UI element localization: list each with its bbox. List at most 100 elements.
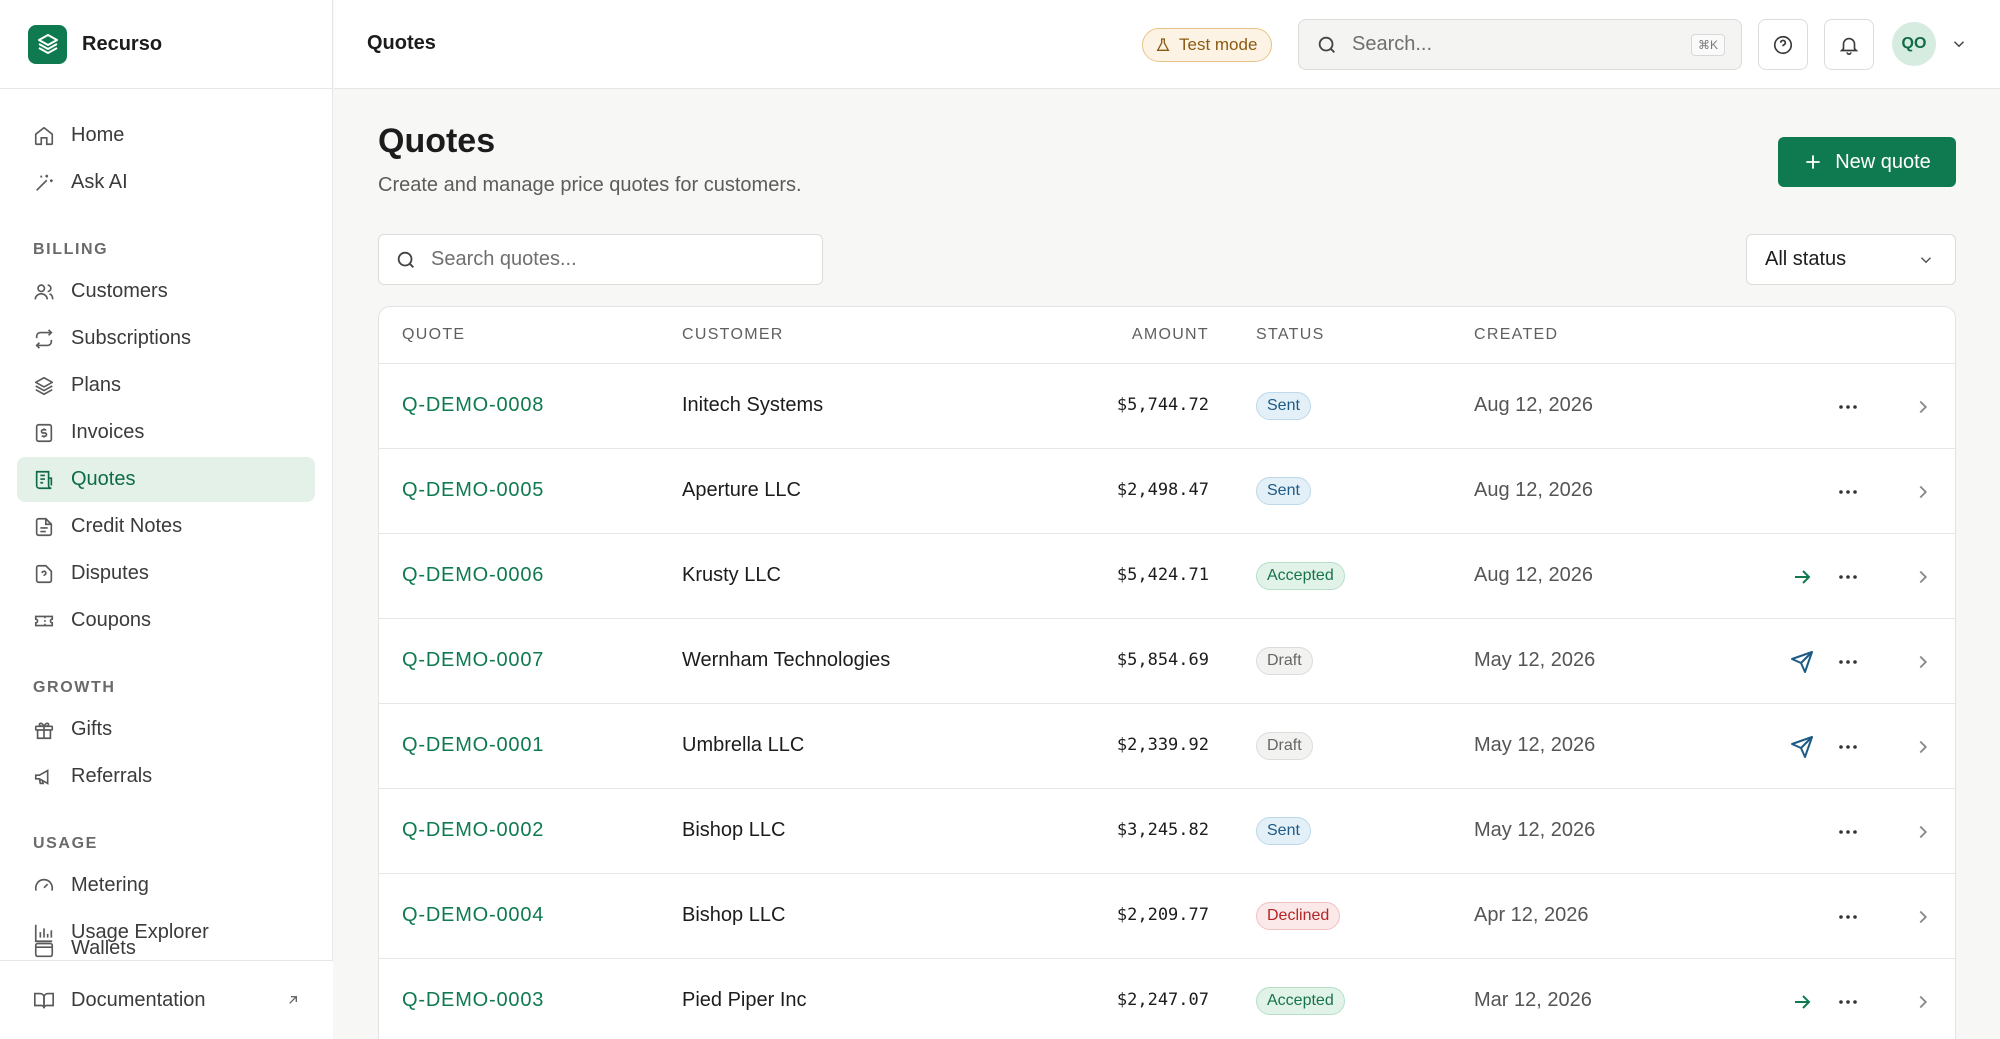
more-horizontal-icon[interactable] bbox=[1836, 650, 1860, 674]
sidebar-item-invoices[interactable]: Invoices bbox=[17, 410, 315, 455]
chevron-right-icon[interactable] bbox=[1912, 651, 1934, 673]
header-amount[interactable]: AMOUNT bbox=[1132, 326, 1209, 344]
table-header: QUOTE CUSTOMER AMOUNT STATUS CREATED bbox=[379, 307, 1955, 364]
header-quote[interactable]: QUOTE bbox=[402, 326, 465, 344]
table-row[interactable]: Q-DEMO-0002 Bishop LLC $3,245.82 Sent May 12… bbox=[379, 789, 1955, 874]
customer-name: Aperture LLC bbox=[682, 479, 801, 501]
receipt-icon bbox=[35, 470, 53, 489]
invoice-icon bbox=[35, 423, 53, 442]
table-row[interactable]: Q-DEMO-0003 Pied Piper Inc $2,247.07 Accept… bbox=[379, 959, 1955, 1039]
customer-name: Wernham Technologies bbox=[682, 649, 891, 671]
nav-section-growth: GROWTH bbox=[33, 679, 116, 696]
quote-id-link[interactable]: Q-DEMO-0001 bbox=[402, 734, 544, 757]
sidebar-item-wallets[interactable]: Wallets bbox=[17, 940, 316, 960]
brand[interactable]: Recurso bbox=[0, 0, 332, 89]
more-horizontal-icon[interactable] bbox=[1836, 480, 1860, 504]
plus-icon bbox=[1806, 155, 1820, 169]
header-customer[interactable]: CUSTOMER bbox=[682, 326, 784, 344]
page-subtitle: Create and manage price quotes for custo… bbox=[378, 174, 802, 196]
test-mode-label: Test mode bbox=[1179, 35, 1258, 54]
more-horizontal-icon[interactable] bbox=[1836, 565, 1860, 589]
more-horizontal-icon[interactable] bbox=[1836, 735, 1860, 759]
search-placeholder: Search... bbox=[1352, 33, 1433, 55]
quote-id-link[interactable]: Q-DEMO-0007 bbox=[402, 649, 544, 672]
help-button[interactable] bbox=[1758, 19, 1808, 70]
more-horizontal-icon[interactable] bbox=[1836, 905, 1860, 929]
sidebar-item-subscriptions[interactable]: Subscriptions bbox=[17, 316, 315, 361]
chevron-right-icon[interactable] bbox=[1912, 991, 1934, 1013]
notifications-button[interactable] bbox=[1824, 19, 1874, 70]
header-status[interactable]: STATUS bbox=[1256, 326, 1325, 344]
created-date: Aug 12, 2026 bbox=[1474, 564, 1593, 586]
more-horizontal-icon[interactable] bbox=[1836, 820, 1860, 844]
test-mode-badge[interactable]: Test mode bbox=[1142, 28, 1273, 62]
sidebar-item-label: Ask AI bbox=[71, 171, 128, 193]
status-filter-select[interactable]: All status bbox=[1746, 234, 1956, 285]
status-badge: Sent bbox=[1256, 392, 1311, 420]
new-quote-button[interactable]: New quote bbox=[1778, 137, 1956, 187]
nav-section-billing: BILLING bbox=[33, 241, 109, 258]
search-shortcut: ⌘K bbox=[1690, 33, 1725, 56]
table-row[interactable]: Q-DEMO-0007 Wernham Technologies $5,854.69… bbox=[379, 619, 1955, 704]
chevron-right-icon[interactable] bbox=[1912, 481, 1934, 503]
status-badge: Draft bbox=[1256, 732, 1313, 760]
quote-id-link[interactable]: Q-DEMO-0002 bbox=[402, 819, 544, 842]
quote-id-link[interactable]: Q-DEMO-0004 bbox=[402, 904, 544, 927]
arrow-right-icon[interactable] bbox=[1790, 565, 1814, 589]
chevron-down-icon[interactable] bbox=[1950, 35, 1968, 53]
sidebar-item-customers[interactable]: Customers bbox=[17, 269, 315, 314]
quote-id-link[interactable]: Q-DEMO-0008 bbox=[402, 394, 544, 417]
customer-name: Pied Piper Inc bbox=[682, 989, 807, 1011]
global-search-input[interactable]: Search... ⌘K bbox=[1298, 19, 1742, 70]
wallet-icon bbox=[34, 942, 54, 957]
sidebar-item-disputes[interactable]: Disputes bbox=[17, 551, 315, 596]
quote-id-link[interactable]: Q-DEMO-0003 bbox=[402, 989, 544, 1012]
more-horizontal-icon[interactable] bbox=[1836, 395, 1860, 419]
sidebar-item-label: Quotes bbox=[71, 468, 136, 490]
chevron-right-icon[interactable] bbox=[1912, 906, 1934, 928]
table-row[interactable]: Q-DEMO-0004 Bishop LLC $2,209.77 Declined Ap… bbox=[379, 874, 1955, 959]
status-badge: Declined bbox=[1256, 902, 1341, 930]
chevron-right-icon[interactable] bbox=[1912, 736, 1934, 758]
documentation-link[interactable]: Documentation bbox=[0, 960, 333, 1039]
table-body: Q-DEMO-0008 Initech Systems $5,744.72 Sent A… bbox=[379, 364, 1955, 1039]
table-row[interactable]: Q-DEMO-0005 Aperture LLC $2,498.47 Sent Aug … bbox=[379, 449, 1955, 534]
arrow-right-icon[interactable] bbox=[1790, 990, 1814, 1014]
sidebar-item-label: Coupons bbox=[71, 609, 152, 631]
customer-name: Initech Systems bbox=[682, 394, 824, 416]
sidebar-item-coupons[interactable]: Coupons bbox=[17, 598, 315, 643]
created-date: Mar 12, 2026 bbox=[1474, 989, 1592, 1011]
sidebar-item-referrals[interactable]: Referrals bbox=[17, 754, 315, 799]
quote-id-link[interactable]: Q-DEMO-0006 bbox=[402, 564, 544, 587]
more-horizontal-icon[interactable] bbox=[1836, 990, 1860, 1014]
quotes-search-input[interactable]: Search quotes... bbox=[378, 234, 823, 285]
repeat-icon bbox=[35, 328, 53, 349]
table-row[interactable]: Q-DEMO-0008 Initech Systems $5,744.72 Sent A… bbox=[379, 364, 1955, 449]
status-badge: Draft bbox=[1256, 647, 1313, 675]
sidebar: Recurso Home Ask AI BILLING Customers Su… bbox=[0, 0, 333, 1039]
customer-name: Krusty LLC bbox=[682, 564, 781, 586]
sidebar-item-home[interactable]: Home bbox=[17, 113, 315, 158]
sidebar-item-ask-ai[interactable]: Ask AI bbox=[17, 160, 315, 205]
sidebar-item-gifts[interactable]: Gifts bbox=[17, 707, 315, 752]
search-icon bbox=[1318, 36, 1335, 53]
send-icon[interactable] bbox=[1790, 650, 1814, 674]
chevron-right-icon[interactable] bbox=[1912, 566, 1934, 588]
header-created[interactable]: CREATED bbox=[1474, 326, 1558, 344]
quote-id-link[interactable]: Q-DEMO-0005 bbox=[402, 479, 544, 502]
avatar[interactable]: QO bbox=[1892, 22, 1936, 66]
quote-amount: $2,247.07 bbox=[1116, 990, 1209, 1010]
sidebar-item-credit-notes[interactable]: Credit Notes bbox=[17, 504, 315, 549]
table-row[interactable]: Q-DEMO-0006 Krusty LLC $5,424.71 Accepted Au… bbox=[379, 534, 1955, 619]
main-content: Quotes Create and manage price quotes fo… bbox=[334, 90, 2000, 1039]
chevron-right-icon[interactable] bbox=[1912, 396, 1934, 418]
table-row[interactable]: Q-DEMO-0001 Umbrella LLC $2,339.92 Draft May… bbox=[379, 704, 1955, 789]
sidebar-item-quotes[interactable]: Quotes bbox=[17, 457, 315, 502]
chevron-right-icon[interactable] bbox=[1912, 821, 1934, 843]
status-badge-label: Declined bbox=[1256, 902, 1341, 930]
customer-name: Umbrella LLC bbox=[682, 734, 805, 756]
sidebar-item-plans[interactable]: Plans bbox=[17, 363, 315, 408]
sidebar-item-metering[interactable]: Metering bbox=[17, 863, 315, 908]
layers-icon bbox=[34, 376, 54, 395]
send-icon[interactable] bbox=[1790, 735, 1814, 759]
